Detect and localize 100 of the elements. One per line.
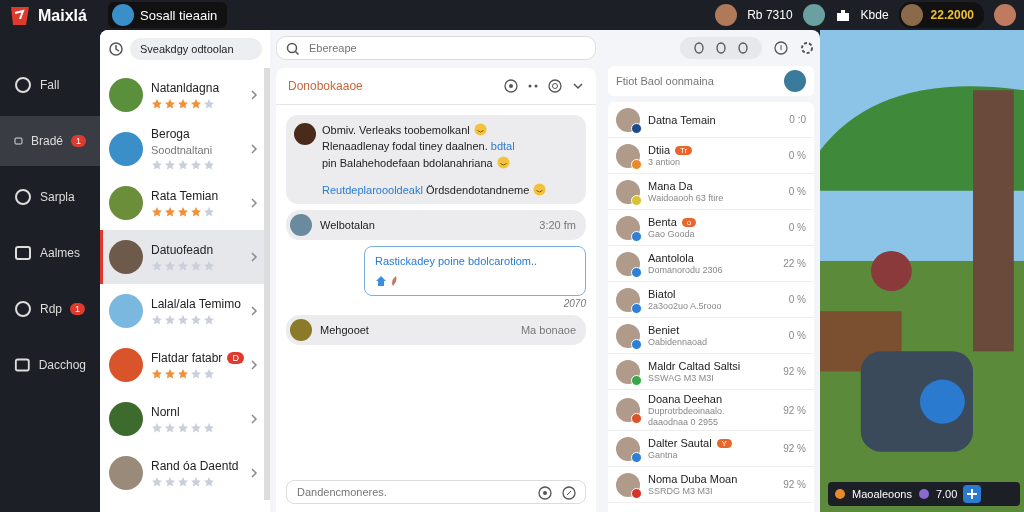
friend-status: Gantna [648,450,679,460]
friend-status: SSWAG M3 M3I [648,373,715,383]
channel-pill[interactable]: Sosall tieaain [108,2,228,28]
nav-item[interactable]: Aalmes [0,228,100,278]
friend-item[interactable]: Dalter Sautal Y Gantna 92 % [608,431,814,467]
game-label: Maoaleoons [852,488,912,500]
sender-name: Welbotalan [320,219,376,231]
contact-name: Flatdar fatabr [151,350,223,365]
friend-item[interactable]: Biatol 2a3oo2uo A.5rooo 0 % [608,282,814,318]
contact-name: Nornl [151,404,180,419]
contact-item[interactable]: Lalal/ala Temimo [100,284,264,338]
star-icon [190,475,202,488]
search-icon [286,42,300,56]
star-icon [190,159,202,171]
friend-status: Waidoaooh 63 ftire [648,193,725,203]
friend-item[interactable]: Doana Deehan Duprotrbdeoinaalo. daaodnaa 0 2955 92 % [608,390,814,431]
message-time: 3:20 fm [539,219,576,231]
nav-item[interactable]: Rdp 1 [0,284,100,334]
friend-name: Biatol [648,288,676,300]
friend-item[interactable]: Benta o Gao Gooda 0 % [608,210,814,246]
friend-item[interactable]: Mana Da Waidoaooh 63 ftire 0 % [608,174,814,210]
star-icon [177,421,189,434]
coins-text: 22.2000 [930,8,974,22]
friend-value: 0 % [788,294,806,305]
message-row[interactable]: Welbotalan 3:20 fm [286,210,586,240]
tag-badge: o [681,217,697,227]
friend-value: 22 % [783,258,806,269]
star-icon [164,475,176,488]
contact-item[interactable]: Beroga Soodtnaltani [100,122,264,176]
star-icon [164,159,176,171]
star-icon [190,259,202,272]
friend-item[interactable]: Aantolola Domanorodu 2306 22 % [608,246,814,282]
chevron-icon [250,197,258,209]
toggle-group[interactable] [680,37,762,59]
clock-icon [108,41,124,57]
contact-item[interactable]: Flatdar fatabr D [100,338,264,392]
search-field[interactable]: Ftiot Baol oonmaina [608,66,814,96]
contact-item[interactable]: Datuofeadn [100,230,264,284]
message-text: Reutdeplaroooldeakl Ördsdendotandneme [322,183,530,196]
message-link[interactable]: Reutdeplaroooldeakl [322,183,423,196]
nav-item[interactable]: Sarpla [0,172,100,222]
friend-status: SSRDG M3 M3I [648,486,714,496]
friend-value: 0 % [788,222,806,233]
avatar-icon [290,214,312,236]
star-icon [177,367,189,380]
avatar-icon [294,123,316,145]
friend-name: Maldr Caltad Saltsi [648,360,741,372]
filter-pill[interactable]: Sveakdgy odtoolan [130,38,262,60]
friend-name: Datna Temain [648,113,716,126]
message-time: 2070 [563,298,586,309]
star-icon [151,259,163,272]
tag-badge: Tr [675,145,693,155]
add-icon[interactable] [963,485,982,503]
target-icon[interactable] [548,79,562,93]
contact-item[interactable]: Rata Temian [100,176,264,230]
star-icon [151,367,163,380]
settings-icon[interactable] [800,41,814,55]
friend-value: 0 % [788,330,806,341]
friend-name: Benta [648,216,677,228]
friend-status: Domanorodu 2306 [648,265,724,275]
friend-item[interactable]: Beniet Oabidennaoad 0 % [608,318,814,354]
chevron-down-icon[interactable] [572,82,584,90]
message-text: Rlenaadlenay fodal tiney daalnen. bdtal [322,140,515,152]
friend-status: daaodnaa 0 2955 [648,417,720,427]
contact-item[interactable]: Rand óa Daentd [100,446,264,500]
message-row[interactable]: Mehgooet Ma bonaoe [286,315,586,345]
nav-icon [14,188,32,206]
more-icon[interactable] [528,84,538,88]
nav-item[interactable]: Fall [0,60,100,110]
contact-item[interactable]: Nornl [100,392,264,446]
friend-value: 0 % [788,186,806,197]
star-icon [203,159,215,171]
friend-name: Mana Da [648,180,693,192]
friend-item[interactable]: Noma Duba Moan SSRDG M3 M3I 92 % [608,467,814,503]
star-icon [151,475,163,488]
star-icon [203,205,215,218]
star-icon [203,313,215,326]
search-field[interactable]: Ebereape [276,36,596,60]
contact-name: Datuofeadn [151,242,214,257]
contact-name: Natanldagna [151,80,220,95]
count-badge: D [227,351,244,364]
star-icon [164,97,176,110]
friend-value: 0 % [788,150,806,161]
tag-badge: Y [716,438,732,448]
friend-item[interactable]: Dtiia Tr 3 antion 0 % [608,138,814,174]
contact-item[interactable]: Natanldagna [100,68,264,122]
friend-name: Aantolola [648,252,694,264]
message-link[interactable]: bdtal [490,140,515,152]
friend-item[interactable]: Maldr Caltad Saltsi SSWAG M3 M3I 92 % [608,354,814,390]
nav-item[interactable]: Dacchog [0,340,100,390]
message-input[interactable]: Dandencmoneres. [286,480,586,504]
friend-item[interactable]: Datna Temain 0 :0 [608,102,814,138]
friend-value: 92 % [783,443,806,454]
nav-item[interactable]: Bradé 1 [0,116,100,166]
star-icon [164,421,176,434]
friend-name: Doana Deehan [648,393,722,405]
chat-title: Donobokaaoe [288,79,364,93]
star-icon [151,159,163,171]
app-name: Maixlá [38,7,87,25]
star-icon [203,97,215,110]
